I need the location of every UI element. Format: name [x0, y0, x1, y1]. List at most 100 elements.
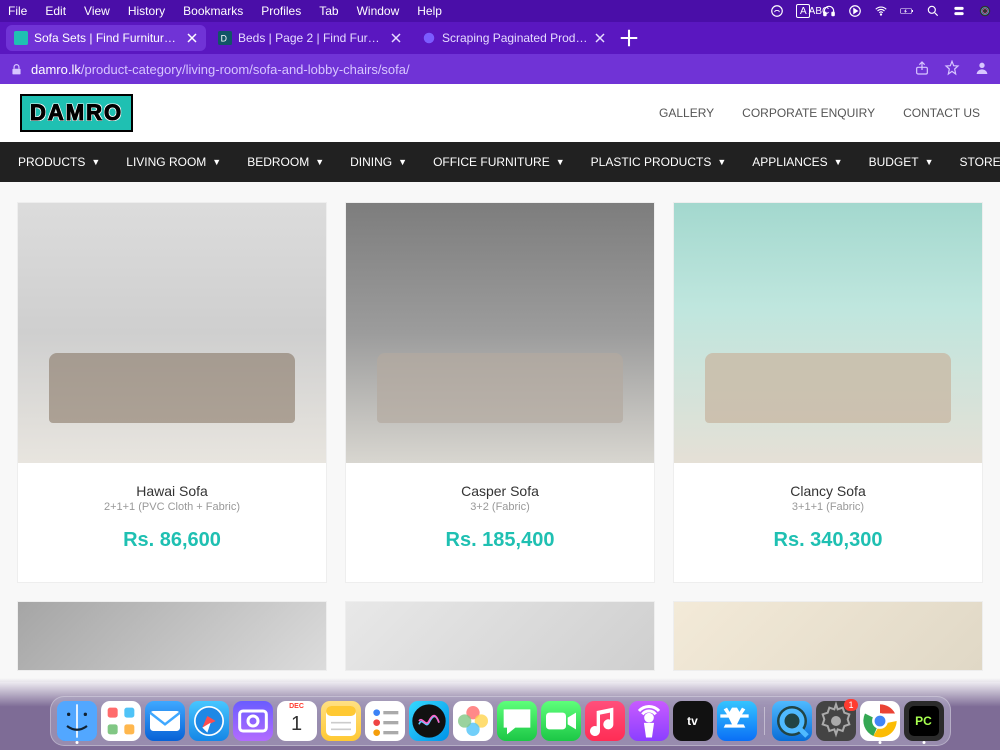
share-icon[interactable]: [914, 60, 930, 79]
header-link-gallery[interactable]: GALLERY: [659, 106, 714, 120]
dock-launchpad-icon[interactable]: [101, 701, 141, 741]
dock-podcasts-icon[interactable]: [629, 701, 669, 741]
dock-screenshot-icon[interactable]: [233, 701, 273, 741]
headphones-icon[interactable]: [822, 4, 836, 18]
dock-chrome-icon[interactable]: [860, 701, 900, 741]
lock-icon: [10, 63, 23, 76]
new-tab-button[interactable]: [618, 27, 640, 49]
product-name: Hawai Sofa: [28, 483, 316, 499]
header-links: GALLERY CORPORATE ENQUIRY CONTACT US: [659, 106, 980, 120]
nav-living-room[interactable]: LIVING ROOM▼: [126, 155, 221, 169]
badge: 1: [844, 699, 857, 711]
menu-help[interactable]: Help: [417, 4, 442, 18]
browser-tab-strip: Sofa Sets | Find Furniture and D Beds | …: [0, 22, 1000, 54]
product-card[interactable]: Casper Sofa 3+2 (Fabric) Rs. 185,400: [345, 202, 655, 583]
product-card[interactable]: [17, 601, 327, 671]
siri-icon[interactable]: [978, 4, 992, 18]
product-price: Rs. 86,600: [28, 529, 316, 552]
chevron-down-icon: ▼: [315, 157, 324, 167]
nav-bedroom[interactable]: BEDROOM▼: [247, 155, 324, 169]
nav-budget[interactable]: BUDGET▼: [869, 155, 934, 169]
dock-music-icon[interactable]: [585, 701, 625, 741]
nav-office-furniture[interactable]: OFFICE FURNITURE▼: [433, 155, 565, 169]
brand-logo-text: DAMRO: [30, 100, 123, 125]
nav-products[interactable]: PRODUCTS▼: [18, 155, 100, 169]
chevron-down-icon: ▼: [212, 157, 221, 167]
menu-view[interactable]: View: [84, 4, 110, 18]
wifi-icon[interactable]: [874, 4, 888, 18]
creative-cloud-icon[interactable]: [770, 4, 784, 18]
dock-settings-icon[interactable]: 1: [816, 701, 856, 741]
close-icon[interactable]: [594, 32, 606, 44]
browser-tab-2[interactable]: Scraping Paginated Product da: [414, 25, 614, 51]
chevron-down-icon: ▼: [925, 157, 934, 167]
header-link-contact[interactable]: CONTACT US: [903, 106, 980, 120]
nav-plastic-products[interactable]: PLASTIC PRODUCTS▼: [591, 155, 727, 169]
product-image: [674, 203, 982, 463]
product-subtitle: 2+1+1 (PVC Cloth + Fabric): [28, 501, 316, 513]
menu-tab[interactable]: Tab: [319, 4, 338, 18]
menubar-status-icons: AABC: [770, 4, 992, 18]
input-source-icon[interactable]: AABC: [796, 4, 810, 18]
close-icon[interactable]: [390, 32, 402, 44]
dock-quicktime-icon[interactable]: [772, 701, 812, 741]
product-card[interactable]: [673, 601, 983, 671]
menu-profiles[interactable]: Profiles: [261, 4, 301, 18]
browser-url-bar[interactable]: damro.lk/product-category/living-room/so…: [0, 54, 1000, 84]
product-listing: Hawai Sofa 2+1+1 (PVC Cloth + Fabric) Rs…: [0, 182, 1000, 682]
brand-logo[interactable]: DAMRO: [20, 94, 133, 132]
menu-edit[interactable]: Edit: [45, 4, 66, 18]
dock-finder-icon[interactable]: [57, 701, 97, 741]
play-icon[interactable]: [848, 4, 862, 18]
profile-icon[interactable]: [974, 60, 990, 79]
browser-tab-0[interactable]: Sofa Sets | Find Furniture and: [6, 25, 206, 51]
favicon-icon: [422, 31, 436, 45]
menu-file[interactable]: File: [8, 4, 27, 18]
browser-tab-1[interactable]: D Beds | Page 2 | Find Furniture a: [210, 25, 410, 51]
product-image: [674, 602, 982, 670]
close-icon[interactable]: [186, 32, 198, 44]
product-card[interactable]: Clancy Sofa 3+1+1 (Fabric) Rs. 340,300: [673, 202, 983, 583]
nav-store-locator[interactable]: STORE LOCATOR: [960, 155, 1000, 169]
product-name: Casper Sofa: [356, 483, 644, 499]
header-link-corporate[interactable]: CORPORATE ENQUIRY: [742, 106, 875, 120]
dock-mail-icon[interactable]: [145, 701, 185, 741]
dock-siri-icon[interactable]: [409, 701, 449, 741]
search-icon[interactable]: [926, 4, 940, 18]
macos-dock: DEC1 tv 1 PC: [0, 678, 1000, 750]
chevron-down-icon: ▼: [834, 157, 843, 167]
product-name: Clancy Sofa: [684, 483, 972, 499]
favicon-icon: D: [218, 31, 232, 45]
favicon-icon: [14, 31, 28, 45]
dock-facetime-icon[interactable]: [541, 701, 581, 741]
dock-safari-icon[interactable]: [189, 701, 229, 741]
product-image: [18, 203, 326, 463]
dock-photos-icon[interactable]: [453, 701, 493, 741]
dock-appletv-icon[interactable]: tv: [673, 701, 713, 741]
product-image: [346, 602, 654, 670]
menu-bookmarks[interactable]: Bookmarks: [183, 4, 243, 18]
chevron-down-icon: ▼: [398, 157, 407, 167]
control-center-icon[interactable]: [952, 4, 966, 18]
chevron-down-icon: ▼: [556, 157, 565, 167]
nav-dining[interactable]: DINING▼: [350, 155, 407, 169]
product-subtitle: 3+1+1 (Fabric): [684, 501, 972, 513]
dock-calendar-icon[interactable]: DEC1: [277, 701, 317, 741]
dock-messages-icon[interactable]: [497, 701, 537, 741]
bookmark-icon[interactable]: [944, 60, 960, 79]
product-card[interactable]: Hawai Sofa 2+1+1 (PVC Cloth + Fabric) Rs…: [17, 202, 327, 583]
dock-appstore-icon[interactable]: [717, 701, 757, 741]
product-image: [18, 602, 326, 670]
tab-title: Sofa Sets | Find Furniture and: [34, 31, 180, 45]
nav-appliances[interactable]: APPLIANCES▼: [752, 155, 842, 169]
product-card[interactable]: [345, 601, 655, 671]
dock-reminders-icon[interactable]: [365, 701, 405, 741]
chevron-down-icon: ▼: [91, 157, 100, 167]
menu-window[interactable]: Window: [357, 4, 400, 18]
menu-history[interactable]: History: [128, 4, 165, 18]
dock-pycharm-icon[interactable]: PC: [904, 701, 944, 741]
dock-notes-icon[interactable]: [321, 701, 361, 741]
product-price: Rs. 340,300: [684, 529, 972, 552]
site-header: DAMRO GALLERY CORPORATE ENQUIRY CONTACT …: [0, 84, 1000, 142]
battery-icon[interactable]: [900, 4, 914, 18]
